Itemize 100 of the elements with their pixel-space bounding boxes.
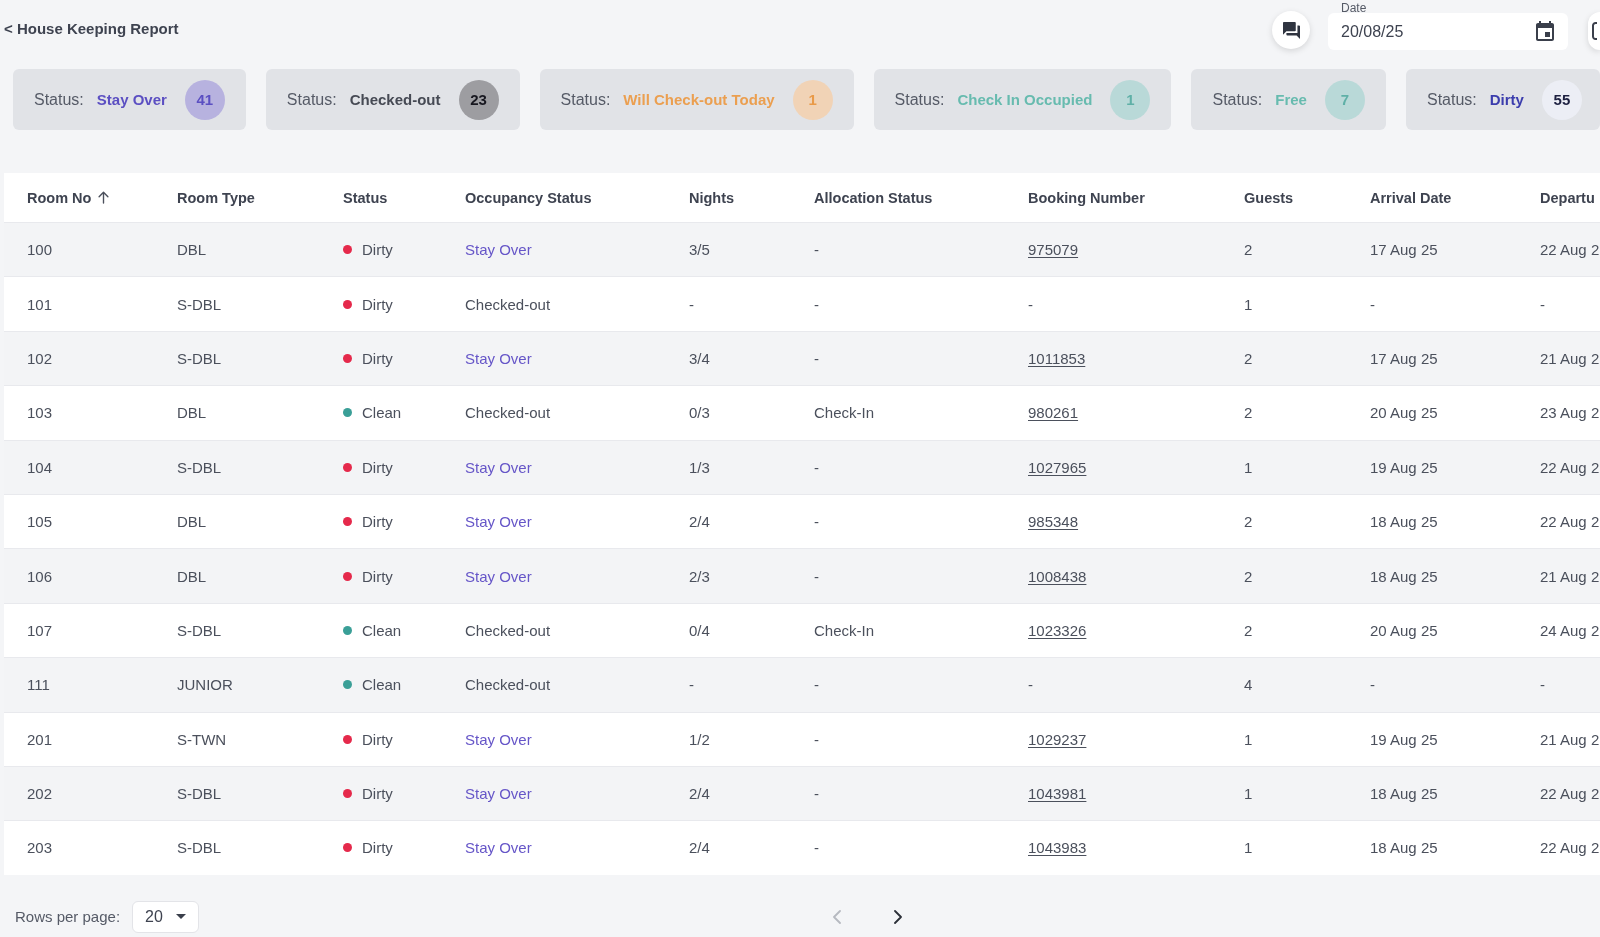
- chat-button[interactable]: [1272, 11, 1310, 49]
- column-header[interactable]: Booking Number: [1028, 189, 1145, 206]
- status-value: Dirty: [1489, 91, 1524, 108]
- status-label: Status:: [286, 90, 337, 109]
- count-number: 41: [196, 91, 214, 108]
- booking-link[interactable]: 1011853: [1028, 349, 1086, 367]
- status-value: Check In Occupied: [957, 91, 1093, 108]
- booking-link[interactable]: 1027965: [1028, 458, 1087, 476]
- booking-link[interactable]: 1043983: [1028, 839, 1087, 857]
- column-header[interactable]: Room No: [27, 189, 92, 206]
- occupancy-status: Stay Over: [465, 458, 532, 476]
- room-type: DBL: [177, 513, 207, 531]
- nights-count: 2/4: [689, 785, 710, 803]
- icon-button[interactable]: [1588, 12, 1600, 50]
- arrival-date: 19 Aug 25: [1370, 730, 1438, 748]
- guest-count: 2: [1244, 241, 1253, 259]
- column-header[interactable]: Allocation Status: [814, 189, 933, 206]
- calendar-icon[interactable]: [1536, 21, 1554, 41]
- arrow-up-icon[interactable]: [98, 191, 110, 204]
- column-header[interactable]: Room Type: [177, 189, 255, 206]
- room-type: S-DBL: [177, 785, 222, 803]
- nights-count: -: [689, 676, 694, 694]
- rows-per-page-select[interactable]: 20: [132, 900, 200, 933]
- status-text: Clean: [362, 621, 402, 639]
- departure-date: 22 Aug 2: [1540, 513, 1600, 531]
- allocation-status: -: [814, 730, 819, 748]
- occupancy-status: Stay Over: [465, 839, 532, 857]
- arrival-date: -: [1370, 676, 1375, 694]
- room-number: 201: [27, 730, 53, 748]
- occupancy-status: Stay Over: [465, 785, 532, 803]
- guest-count: 1: [1244, 839, 1253, 857]
- status-text: Dirty: [362, 730, 393, 748]
- departure-date: -: [1540, 295, 1545, 313]
- departure-date: 23 Aug 2: [1540, 404, 1600, 422]
- rows-per-page-label: Rows per page:: [15, 907, 121, 925]
- allocation-status: Check-In: [814, 404, 875, 422]
- booking-link[interactable]: 980261: [1028, 404, 1079, 422]
- column-header[interactable]: Nights: [689, 189, 735, 206]
- allocation-status: Check-In: [814, 621, 875, 639]
- status-text: Dirty: [362, 241, 393, 259]
- arrival-date: 19 Aug 25: [1370, 458, 1438, 476]
- guest-count: 2: [1244, 513, 1253, 531]
- occupancy-status: Checked-out: [465, 621, 551, 639]
- arrival-date: 20 Aug 25: [1370, 621, 1438, 639]
- arrival-date: 17 Aug 25: [1370, 349, 1438, 367]
- booking-link[interactable]: 985348: [1028, 513, 1079, 531]
- booking-link[interactable]: 1029237: [1028, 730, 1087, 748]
- allocation-status: -: [814, 839, 819, 857]
- booking-link[interactable]: 1043981: [1028, 785, 1087, 803]
- status-text: Dirty: [362, 513, 393, 531]
- nights-count: 3/5: [689, 241, 710, 259]
- room-type: JUNIOR: [177, 676, 233, 694]
- date-label: Date: [1341, 0, 1367, 15]
- room-type: S-DBL: [177, 295, 222, 313]
- room-number: 100: [27, 241, 53, 259]
- status-text: Dirty: [362, 785, 393, 803]
- column-header[interactable]: Arrival Date: [1370, 189, 1452, 206]
- column-header[interactable]: Status: [343, 189, 388, 206]
- occupancy-status: Stay Over: [465, 349, 532, 367]
- departure-date: 21 Aug 2: [1540, 567, 1600, 585]
- room-type: DBL: [177, 241, 207, 259]
- booking-link[interactable]: 975079: [1028, 241, 1079, 259]
- column-header[interactable]: Occupancy Status: [465, 189, 592, 206]
- guest-count: 1: [1244, 730, 1253, 748]
- guest-count: 2: [1244, 404, 1253, 422]
- bracket-icon: [1592, 22, 1597, 40]
- booking-link[interactable]: 1008438: [1028, 567, 1087, 585]
- occupancy-status: Stay Over: [465, 730, 532, 748]
- room-type: S-DBL: [177, 621, 222, 639]
- count-number: 1: [808, 91, 817, 108]
- status-text: Dirty: [362, 458, 393, 476]
- status-text: Dirty: [362, 567, 393, 585]
- booking-number: -: [1028, 295, 1033, 313]
- allocation-status: -: [814, 241, 819, 259]
- room-number: 111: [27, 676, 50, 694]
- chevron-right-icon: [894, 909, 903, 924]
- column-header[interactable]: Departu: [1540, 189, 1595, 206]
- departure-date: 21 Aug 2: [1540, 730, 1600, 748]
- date-field[interactable]: 20/08/25: [1328, 12, 1568, 50]
- count-number: 7: [1340, 91, 1350, 108]
- departure-date: 22 Aug 2: [1540, 241, 1600, 259]
- departure-date: 22 Aug 2: [1540, 785, 1600, 803]
- departure-date: -: [1540, 676, 1545, 694]
- allocation-status: -: [814, 295, 819, 313]
- room-type: S-DBL: [177, 839, 222, 857]
- departure-date: 21 Aug 2: [1540, 349, 1600, 367]
- column-header[interactable]: Guests: [1244, 189, 1294, 206]
- allocation-status: -: [814, 676, 819, 694]
- status-label: Status:: [1426, 90, 1477, 109]
- arrival-date: 20 Aug 25: [1370, 404, 1438, 422]
- nights-count: 1/3: [689, 458, 710, 476]
- nights-count: 3/4: [689, 349, 710, 367]
- occupancy-status: Checked-out: [465, 295, 551, 313]
- allocation-status: -: [814, 349, 819, 367]
- status-label: Status:: [34, 90, 84, 109]
- guest-count: 4: [1244, 676, 1253, 694]
- arrival-date: 18 Aug 25: [1370, 785, 1438, 803]
- caret-icon: [176, 914, 187, 920]
- booking-link[interactable]: 1023326: [1028, 621, 1087, 639]
- back-link[interactable]: < House Keeping Report: [4, 20, 179, 37]
